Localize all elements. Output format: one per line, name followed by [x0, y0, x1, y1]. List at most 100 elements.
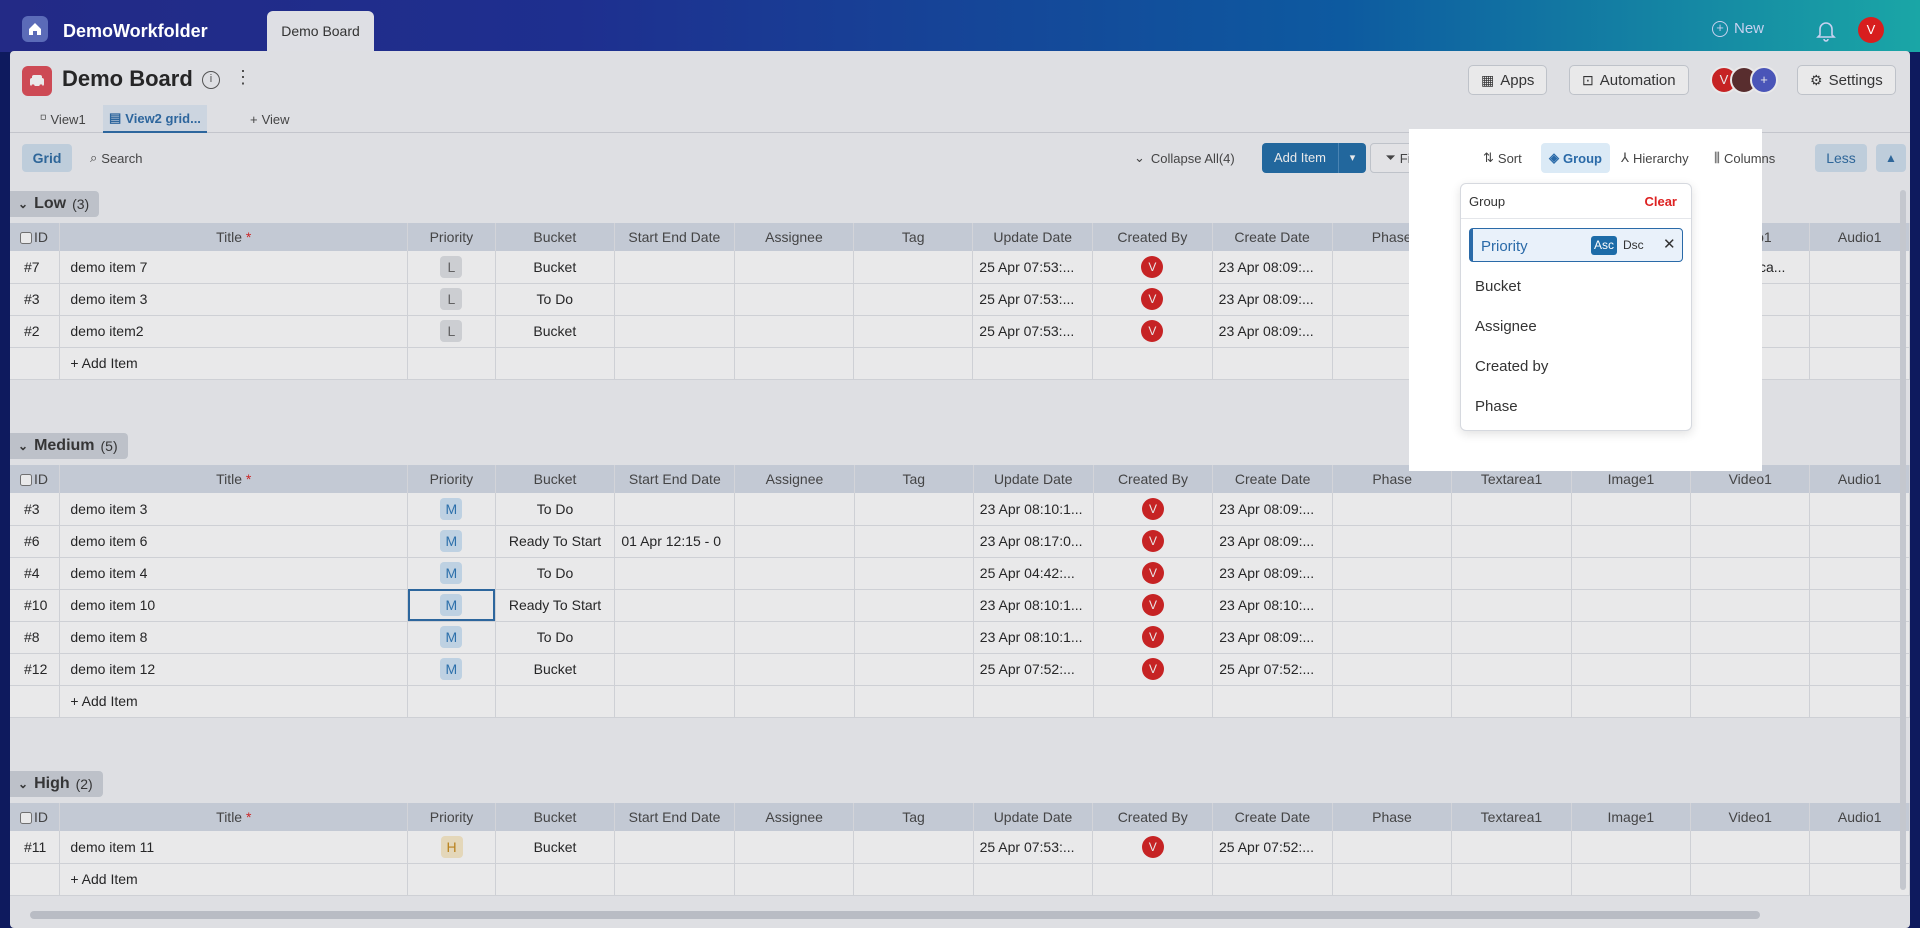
column-header[interactable]: Created By [1092, 803, 1213, 831]
add-item-link[interactable]: + Add Item [59, 863, 409, 896]
cell-assignee[interactable] [734, 283, 855, 316]
tab-view1[interactable]: ⸋ View1 [34, 105, 92, 133]
column-header[interactable]: Assignee [734, 223, 855, 251]
tab-demo-board[interactable]: Demo Board [267, 11, 374, 52]
cell-start-end-date[interactable] [614, 493, 736, 526]
column-header[interactable]: Textarea1 [1451, 803, 1572, 831]
hierarchy-button[interactable]: ⅄ Hierarchy [1621, 143, 1689, 173]
cell-assignee[interactable] [734, 315, 855, 348]
table-row[interactable]: #3 demo item 3 M To Do 23 Apr 08:10:1... V 23 … [10, 493, 1910, 526]
cell-tag[interactable] [854, 557, 974, 590]
column-header[interactable]: ID [10, 803, 61, 831]
group-header-low[interactable]: ⌄ Low (3) [10, 191, 100, 217]
cell-priority[interactable]: M [407, 653, 496, 686]
close-icon[interactable]: ✕ [1663, 235, 1676, 253]
cell-image[interactable] [1571, 621, 1692, 654]
column-header[interactable]: Bucket [495, 223, 615, 251]
search-button[interactable]: ⌕ Search [90, 150, 142, 166]
cell-title[interactable]: demo item 3 [59, 283, 409, 316]
cell-tag[interactable] [853, 315, 974, 348]
table-row[interactable]: #8 demo item 8 M To Do 23 Apr 08:10:1... V 23 … [10, 621, 1910, 654]
column-header[interactable]: Image1 [1571, 803, 1692, 831]
cell-image[interactable] [1571, 589, 1692, 622]
automation-button[interactable]: ⊡ Automation [1569, 65, 1689, 95]
cell-title[interactable]: demo item 7 [59, 251, 409, 284]
settings-button[interactable]: ⚙ Settings [1797, 65, 1896, 95]
cell-bucket[interactable]: Bucket [495, 251, 615, 284]
cell-textarea[interactable] [1451, 525, 1572, 558]
column-header[interactable]: Priority [407, 803, 496, 831]
cell-video[interactable] [1690, 493, 1811, 526]
sort-dsc-button[interactable]: Dsc [1623, 236, 1644, 255]
cell-phase[interactable] [1332, 525, 1453, 558]
cell-priority[interactable]: L [407, 315, 496, 348]
cell-tag[interactable] [854, 589, 974, 622]
cell-bucket[interactable]: Bucket [495, 653, 616, 686]
cell-start-end-date[interactable] [614, 831, 735, 864]
less-button[interactable]: Less [1815, 144, 1867, 172]
cell-start-end-date[interactable]: 01 Apr 12:15 - 0 [614, 525, 736, 558]
chevron-down-icon[interactable]: ▾ [1338, 143, 1366, 173]
cell-tag[interactable] [854, 621, 974, 654]
column-header[interactable]: Assignee [734, 803, 855, 831]
cell-assignee[interactable] [734, 621, 855, 654]
column-header[interactable]: Tag [853, 223, 974, 251]
cell-audio[interactable] [1809, 653, 1910, 686]
cell-title[interactable]: demo item 10 [59, 589, 409, 622]
cell-title[interactable]: demo item 8 [59, 621, 409, 654]
cell-title[interactable]: demo item 12 [59, 653, 409, 686]
cell-phase[interactable] [1332, 557, 1453, 590]
table-row[interactable]: #4 demo item 4 M To Do 25 Apr 04:42:... V 23 A… [10, 557, 1910, 590]
cell-image[interactable] [1571, 525, 1692, 558]
column-header[interactable]: ID [10, 465, 61, 493]
cell-bucket[interactable]: Bucket [495, 315, 615, 348]
cell-bucket[interactable]: Bucket [495, 831, 616, 864]
cell-phase[interactable] [1332, 621, 1453, 654]
column-header[interactable]: Create Date [1212, 465, 1334, 493]
tab-view2-grid[interactable]: ▤ View2 grid... [103, 105, 207, 133]
select-all-checkbox[interactable] [20, 812, 32, 825]
columns-button[interactable]: ⫼ Columns [1714, 143, 1775, 173]
group-option-bucket[interactable]: Bucket [1475, 278, 1521, 295]
info-icon[interactable]: i [202, 71, 220, 89]
cell-priority[interactable]: M [407, 621, 496, 654]
cell-title[interactable]: demo item 6 [59, 525, 409, 558]
sort-asc-button[interactable]: Asc [1591, 236, 1617, 255]
group-button[interactable]: ◈ Group [1541, 143, 1610, 173]
cell-audio[interactable] [1809, 315, 1910, 348]
column-header[interactable]: Audio1 [1809, 223, 1910, 251]
cell-priority[interactable]: L [407, 283, 496, 316]
cell-bucket[interactable]: Ready To Start [495, 589, 616, 622]
add-view-button[interactable]: + View [244, 105, 296, 133]
cell-priority[interactable]: M [407, 557, 496, 590]
cell-image[interactable] [1571, 493, 1692, 526]
group-header-medium[interactable]: ⌄ Medium (5) [10, 433, 128, 459]
cell-video[interactable] [1690, 621, 1811, 654]
cell-phase[interactable] [1332, 653, 1453, 686]
cell-start-end-date[interactable] [614, 251, 735, 284]
column-header[interactable]: Created By [1092, 223, 1213, 251]
column-header[interactable]: Update Date [973, 465, 1094, 493]
cell-start-end-date[interactable] [614, 589, 736, 622]
table-row[interactable]: #11 demo item 11 H Bucket 25 Apr 07:53:... V 2… [10, 831, 1910, 864]
cell-start-end-date[interactable] [614, 653, 736, 686]
cell-assignee[interactable] [734, 251, 855, 284]
cell-tag[interactable] [853, 283, 974, 316]
cell-textarea[interactable] [1451, 589, 1572, 622]
cell-phase[interactable] [1332, 493, 1453, 526]
add-item-link[interactable]: + Add Item [59, 347, 409, 380]
group-header-high[interactable]: ⌄ High (2) [10, 771, 103, 797]
cell-start-end-date[interactable] [614, 315, 735, 348]
user-avatar[interactable]: V [1858, 17, 1884, 43]
select-all-checkbox[interactable] [20, 232, 32, 245]
column-header[interactable]: Bucket [495, 465, 616, 493]
cell-video[interactable] [1690, 831, 1811, 864]
cell-image[interactable] [1571, 557, 1692, 590]
cell-start-end-date[interactable] [614, 621, 736, 654]
cell-tag[interactable] [853, 831, 974, 864]
cell-image[interactable] [1571, 831, 1692, 864]
cell-title[interactable]: demo item2 [59, 315, 409, 348]
selected-group-field[interactable]: Priority Asc Dsc ✕ [1469, 228, 1683, 262]
cell-bucket[interactable]: To Do [495, 493, 616, 526]
cell-priority[interactable]: M [407, 525, 496, 558]
